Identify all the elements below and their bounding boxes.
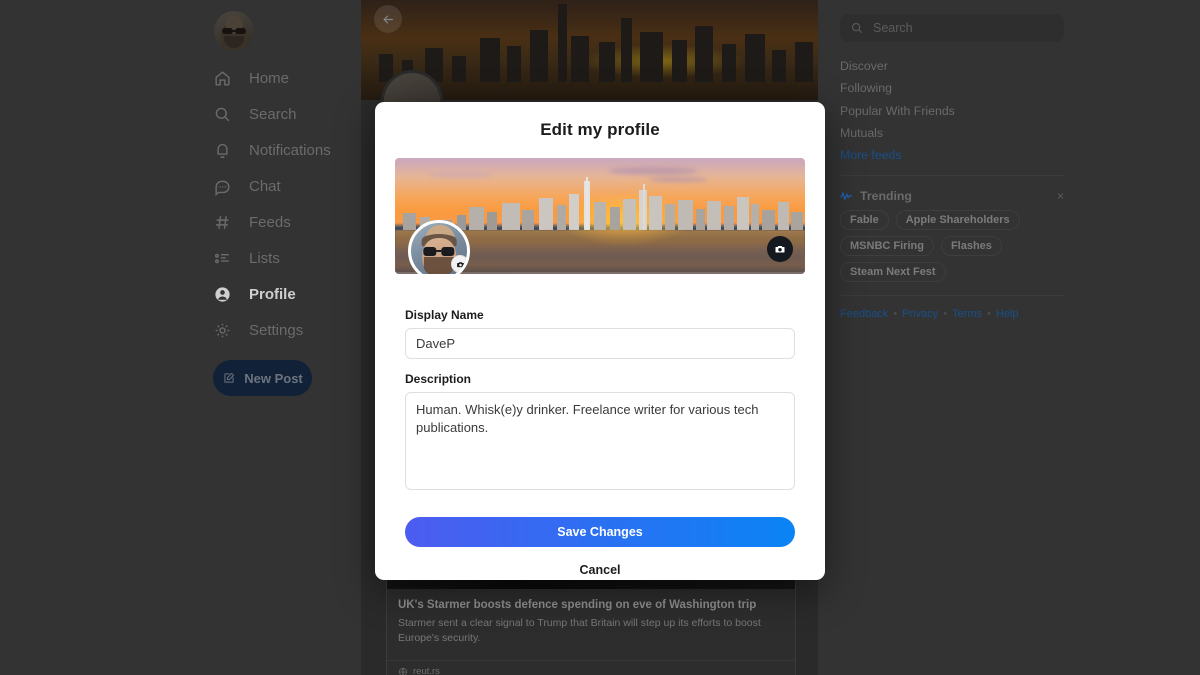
edit-profile-form: Display Name Description Save Changes Ca… [375,274,825,577]
separator: • [987,308,991,320]
separator: • [943,308,948,320]
sidebar-item-search[interactable]: Search [213,96,353,132]
sidebar-item-settings[interactable]: Settings [213,312,353,348]
description-label: Description [405,372,472,386]
sidebar-item-label: Profile [249,285,296,303]
right-sidebar: Search Discover Following Popular With F… [828,0,1200,675]
sidebar-item-feeds[interactable]: Feeds [213,204,353,240]
new-post-button[interactable]: New Post [213,360,312,396]
sidebar-item-label: Search [249,105,297,123]
primary-nav: Home Search Notifications Chat Feeds Lis… [213,60,353,348]
feed-item-following[interactable]: Following [840,77,1064,99]
trending-pill[interactable]: MSNBC Firing [840,236,934,256]
skyline [395,176,805,230]
globe-icon [398,667,408,675]
hashtag-icon [213,213,232,232]
search-input[interactable]: Search [840,14,1064,42]
back-button[interactable] [374,5,402,33]
separator: • [893,308,898,320]
footer-links: Feedback • Privacy • Terms • Help [840,308,1080,320]
camera-icon [775,246,785,253]
change-banner-button[interactable] [767,236,793,262]
edit-profile-modal: Edit my profile Display Name DaveP Descr… [375,102,825,580]
banner-image[interactable] [395,158,805,274]
sidebar-item-profile[interactable]: Profile [213,276,353,312]
search-icon [213,105,232,124]
cancel-button[interactable]: Cancel [580,563,621,577]
chat-bubble-icon [213,177,232,196]
left-sidebar: Home Search Notifications Chat Feeds Lis… [0,0,360,675]
sidebar-item-home[interactable]: Home [213,60,353,96]
search-icon [851,22,863,34]
footer-link-feedback[interactable]: Feedback [840,308,888,320]
bell-icon [213,141,232,160]
link-preview-source: reut.rs [413,666,440,675]
compose-icon [224,372,235,383]
divider [840,175,1064,176]
divider [840,295,1064,296]
list-icon [213,249,232,268]
person-icon [213,285,232,304]
sidebar-item-label: Home [249,69,290,87]
link-preview-description: Starmer sent a clear signal to Trump tha… [398,616,761,645]
display-name-input[interactable] [405,328,795,359]
feed-item-popular-with-friends[interactable]: Popular With Friends [840,100,1064,122]
save-button[interactable]: Save Changes [405,517,795,547]
footer-link-terms[interactable]: Terms [952,308,982,320]
trending-header: Trending × [840,189,1064,203]
pulse-icon [840,191,852,201]
search-placeholder: Search [873,21,913,35]
close-icon[interactable]: × [1057,190,1064,202]
footer-link-help[interactable]: Help [996,308,1019,320]
modal-title: Edit my profile [540,120,660,139]
camera-icon [456,261,464,267]
feed-item-discover[interactable]: Discover [840,55,1064,77]
new-post-label: New Post [244,370,303,386]
trending-pill[interactable]: Fable [840,210,889,230]
display-name-label: Display Name [405,308,484,322]
arrow-left-icon [382,14,393,24]
trending-pill[interactable]: Steam Next Fest [840,262,946,282]
change-avatar-button[interactable] [451,255,467,273]
trending-pill[interactable]: Apple Shareholders [895,210,1020,230]
gear-icon [213,321,232,340]
avatar[interactable] [408,220,470,274]
sidebar-avatar[interactable] [214,11,254,51]
footer-link-privacy[interactable]: Privacy [902,308,938,320]
description-textarea[interactable] [405,392,795,490]
sidebar-item-chat[interactable]: Chat [213,168,353,204]
home-icon [213,69,232,88]
trending-title: Trending [860,189,912,203]
sidebar-item-label: Feeds [249,213,291,231]
app-root: Home Search Notifications Chat Feeds Lis… [0,0,1200,675]
sidebar-item-label: Lists [249,249,280,267]
link-preview-title: UK's Starmer boosts defence spending on … [398,599,757,611]
sidebar-item-lists[interactable]: Lists [213,240,353,276]
feed-item-mutuals[interactable]: Mutuals [840,122,1064,144]
feed-list: Discover Following Popular With Friends … [840,55,1064,166]
sidebar-item-label: Notifications [249,141,331,159]
sidebar-item-label: Chat [249,177,281,195]
sidebar-item-label: Settings [249,321,304,339]
trending-pill[interactable]: Flashes [940,236,1002,256]
trending-pills: Fable Apple Shareholders MSNBC Firing Fl… [840,210,1074,282]
feed-item-more-feeds[interactable]: More feeds [840,144,1064,166]
sidebar-item-notifications[interactable]: Notifications [213,132,353,168]
